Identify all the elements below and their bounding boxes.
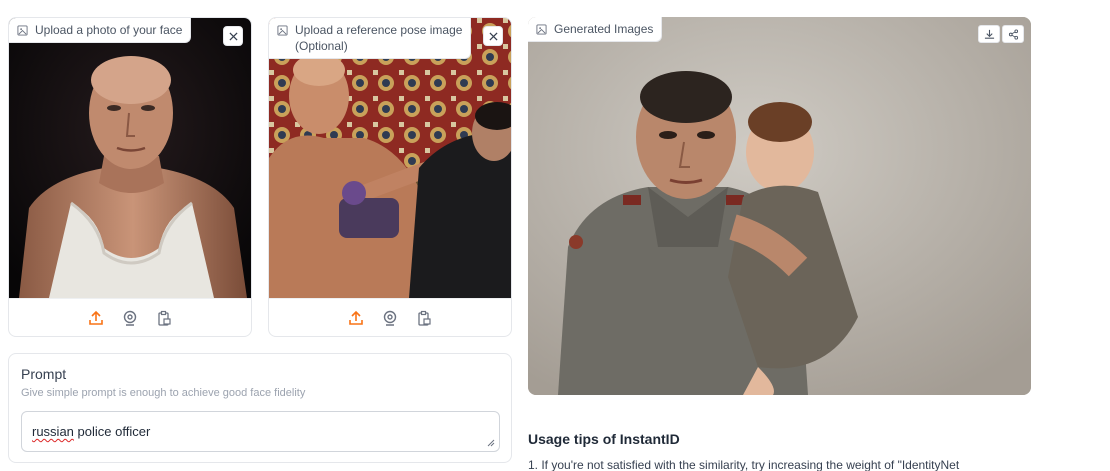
face-upload-toolbar: [9, 298, 251, 336]
generated-actions: [978, 25, 1024, 43]
generated-images-label: Generated Images: [528, 17, 663, 42]
generated-image-panel: Generated Images: [528, 17, 1031, 395]
face-upload-label: Upload a photo of your face: [9, 18, 192, 43]
prompt-info: Give simple prompt is enough to achieve …: [21, 387, 306, 399]
pose-label-line1: Upload a reference pose image: [295, 23, 463, 37]
prompt-input[interactable]: russian police officer: [21, 411, 500, 452]
tips-heading: Usage tips of InstantID: [528, 431, 680, 447]
resize-grip-icon[interactable]: [487, 439, 495, 447]
image-icon: [17, 25, 28, 36]
upload-icon: [89, 310, 103, 325]
webcam-button[interactable]: [380, 308, 400, 328]
prompt-label: Prompt: [21, 366, 67, 382]
pose-photo: [269, 18, 511, 298]
pose-upload-toolbar: [269, 298, 511, 336]
share-button[interactable]: [1002, 25, 1024, 43]
generated-image: [528, 17, 1031, 395]
pose-label-line2: (Optional): [295, 39, 348, 53]
paste-clipboard-button[interactable]: [414, 308, 434, 328]
tips-line-1: 1. If you're not satisfied with the simi…: [528, 458, 960, 471]
close-icon: [488, 31, 498, 41]
webcam-icon: [123, 310, 137, 326]
clear-face-button[interactable]: [223, 26, 243, 46]
prompt-misspelled-word: russian: [32, 424, 74, 439]
clipboard-icon: [158, 310, 171, 326]
upload-button[interactable]: [346, 308, 366, 328]
download-button[interactable]: [978, 25, 1000, 43]
face-photo: [9, 18, 251, 298]
pose-upload-label: Upload a reference pose image (Optional): [269, 18, 472, 59]
face-upload-panel[interactable]: Upload a photo of your face: [8, 17, 252, 337]
download-icon: [984, 29, 994, 39]
pose-upload-panel[interactable]: Upload a reference pose image (Optional): [268, 17, 512, 337]
webcam-button[interactable]: [120, 308, 140, 328]
clipboard-icon: [418, 310, 431, 326]
image-icon: [536, 24, 547, 35]
clear-pose-button[interactable]: [483, 26, 503, 46]
prompt-value-rest: police officer: [73, 424, 151, 439]
close-icon: [228, 31, 238, 41]
webcam-icon: [383, 310, 397, 326]
share-icon: [1008, 28, 1018, 40]
upload-button[interactable]: [86, 308, 106, 328]
paste-clipboard-button[interactable]: [154, 308, 174, 328]
upload-icon: [349, 310, 363, 325]
prompt-panel: Prompt Give simple prompt is enough to a…: [8, 353, 512, 463]
image-icon: [277, 25, 288, 36]
